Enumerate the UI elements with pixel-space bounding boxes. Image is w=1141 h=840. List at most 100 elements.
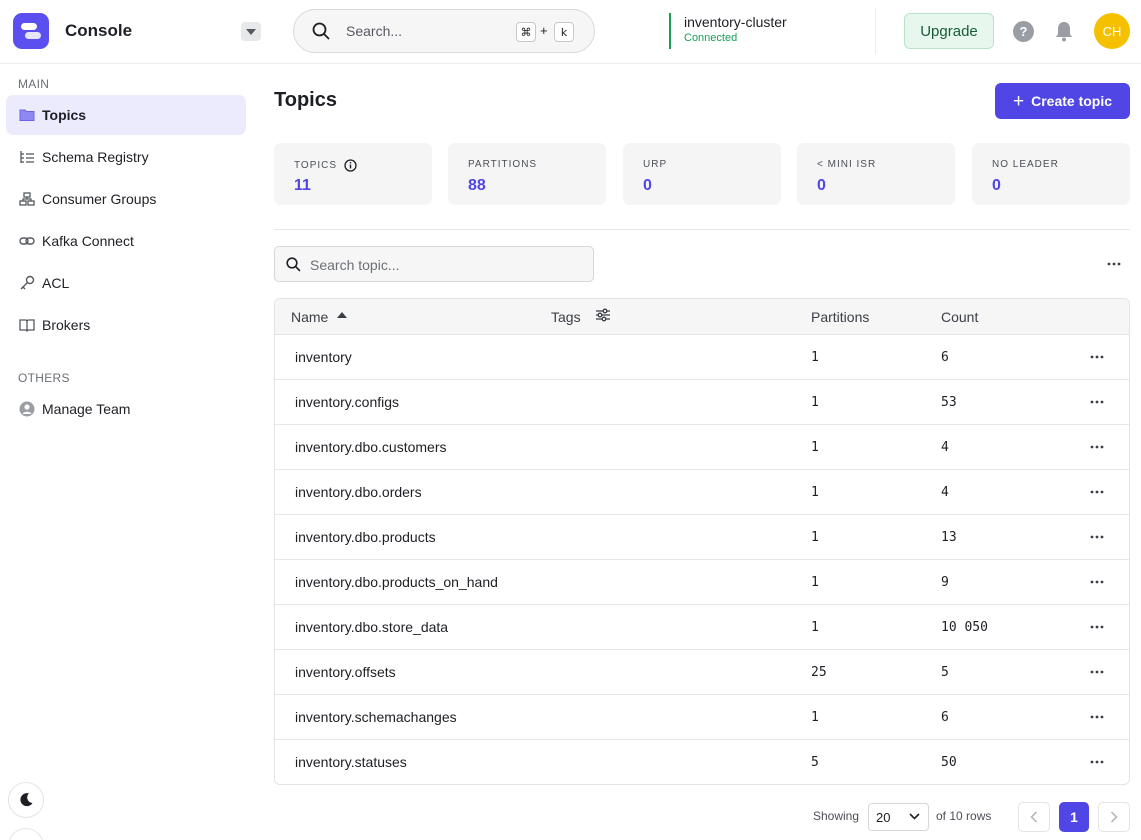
topic-name[interactable]: inventory.dbo.customers	[295, 439, 446, 455]
book-icon	[18, 316, 36, 334]
column-header-name[interactable]: Name	[291, 309, 348, 325]
row-actions-menu-icon[interactable]	[1087, 617, 1107, 637]
table-options-menu-icon[interactable]	[1103, 254, 1125, 274]
column-header-tags[interactable]: Tags	[551, 308, 611, 325]
table-row[interactable]: inventory.dbo.customers 1 4	[275, 425, 1129, 470]
global-search[interactable]: ⌘ + k	[293, 9, 595, 53]
topic-count: 4	[941, 440, 949, 455]
row-actions-menu-icon[interactable]	[1087, 347, 1107, 367]
topic-partitions: 1	[811, 530, 819, 545]
sidebar-item-label: Manage Team	[42, 401, 131, 417]
row-actions-menu-icon[interactable]	[1087, 662, 1107, 682]
user-circle-icon	[18, 400, 36, 418]
sidebar-item-acl[interactable]: ACL	[6, 263, 246, 303]
topic-partitions: 1	[811, 575, 819, 590]
topic-name[interactable]: inventory.offsets	[295, 664, 396, 680]
row-actions-menu-icon[interactable]	[1087, 482, 1107, 502]
topic-partitions: 1	[811, 395, 819, 410]
notification-bell-icon[interactable]	[1054, 20, 1074, 42]
stat-card-mini-isr: < MINI ISR 0	[797, 143, 955, 205]
topic-name[interactable]: inventory.dbo.products_on_hand	[295, 574, 498, 590]
table-row[interactable]: inventory 1 6	[275, 335, 1129, 380]
theme-toggle-button[interactable]	[8, 782, 44, 818]
stat-label: < MINI ISR	[817, 159, 877, 170]
table-row[interactable]: inventory.dbo.products 1 13	[275, 515, 1129, 560]
table-row[interactable]: inventory.dbo.orders 1 4	[275, 470, 1129, 515]
column-header-partitions[interactable]: Partitions	[811, 309, 869, 325]
table-row[interactable]: inventory.dbo.store_data 1 10 050	[275, 605, 1129, 650]
app-switcher-dropdown[interactable]	[241, 22, 261, 41]
sort-ascending-icon	[337, 312, 348, 318]
column-header-count[interactable]: Count	[941, 309, 978, 325]
previous-page-button[interactable]	[1018, 802, 1050, 832]
table-row[interactable]: inventory.offsets 25 5	[275, 650, 1129, 695]
current-page-button[interactable]: 1	[1059, 802, 1089, 832]
sidebar-item-label: Kafka Connect	[42, 233, 134, 249]
row-actions-menu-icon[interactable]	[1087, 437, 1107, 457]
table-row[interactable]: inventory.statuses 5 50	[275, 740, 1129, 784]
shortcut-plus: +	[540, 23, 548, 38]
topic-search[interactable]	[274, 246, 594, 282]
sidebar-section-others: OTHERS	[18, 371, 70, 385]
column-header-label: Tags	[551, 309, 581, 325]
sidebar-collapse-button[interactable]	[8, 828, 44, 840]
topic-name[interactable]: inventory.statuses	[295, 754, 407, 770]
create-topic-label: Create topic	[1031, 93, 1113, 109]
user-avatar[interactable]: CH	[1094, 13, 1130, 49]
topic-name[interactable]: inventory.dbo.orders	[295, 484, 422, 500]
chevron-left-icon	[1030, 811, 1038, 823]
topic-name[interactable]: inventory.configs	[295, 394, 399, 410]
sidebar-item-label: Schema Registry	[42, 149, 149, 165]
topic-name[interactable]: inventory.dbo.store_data	[295, 619, 448, 635]
search-icon	[286, 257, 301, 272]
topic-name[interactable]: inventory.dbo.products	[295, 529, 436, 545]
sidebar-item-schema-registry[interactable]: Schema Registry	[6, 137, 246, 177]
topic-count: 9	[941, 575, 949, 590]
row-actions-menu-icon[interactable]	[1087, 527, 1107, 547]
topic-count: 50	[941, 755, 957, 770]
global-search-input[interactable]	[346, 21, 496, 41]
table-row[interactable]: inventory.schemachanges 1 6	[275, 695, 1129, 740]
table-header: Name Tags Partitions Count	[275, 299, 1129, 335]
cluster-selector[interactable]: inventory-cluster Connected	[669, 13, 787, 49]
app-logo-icon[interactable]	[13, 13, 49, 49]
stat-label: NO LEADER	[992, 159, 1059, 170]
upgrade-button[interactable]: Upgrade	[904, 13, 994, 49]
next-page-button[interactable]	[1098, 802, 1130, 832]
row-actions-menu-icon[interactable]	[1087, 707, 1107, 727]
sidebar-item-topics[interactable]: Topics	[6, 95, 246, 135]
page-size-select[interactable]: 20	[868, 803, 929, 831]
stat-value: 0	[643, 177, 652, 194]
stat-card-urp: URP 0	[623, 143, 781, 205]
sidebar-item-kafka-connect[interactable]: Kafka Connect	[6, 221, 246, 261]
filter-sliders-icon[interactable]	[595, 308, 611, 322]
topic-count: 6	[941, 710, 949, 725]
top-bar: Console ⌘ + k inventory-cluster Connecte…	[0, 0, 1141, 64]
topic-name[interactable]: inventory.schemachanges	[295, 709, 457, 725]
shortcut-cmd-key: ⌘	[516, 22, 536, 42]
sidebar-item-brokers[interactable]: Brokers	[6, 305, 246, 345]
stat-value: 0	[992, 177, 1001, 194]
help-icon[interactable]: ?	[1013, 21, 1034, 42]
stat-card-no-leader: NO LEADER 0	[972, 143, 1130, 205]
topic-count: 5	[941, 665, 949, 680]
create-topic-button[interactable]: + Create topic	[995, 83, 1130, 119]
sidebar-item-label: Topics	[42, 107, 87, 123]
topic-name[interactable]: inventory	[295, 349, 352, 365]
info-icon[interactable]	[344, 159, 357, 172]
plus-icon: +	[1012, 90, 1025, 112]
table-row[interactable]: inventory.dbo.products_on_hand 1 9	[275, 560, 1129, 605]
topic-count: 13	[941, 530, 957, 545]
topic-partitions: 1	[811, 620, 819, 635]
sidebar-item-manage-team[interactable]: Manage Team	[6, 389, 246, 429]
header-divider	[875, 8, 876, 54]
topic-search-input[interactable]	[310, 255, 580, 275]
row-actions-menu-icon[interactable]	[1087, 572, 1107, 592]
table-row[interactable]: inventory.configs 1 53	[275, 380, 1129, 425]
stat-label: TOPICS	[294, 160, 338, 171]
topic-count: 10 050	[941, 620, 988, 635]
sidebar-item-consumer-groups[interactable]: Consumer Groups	[6, 179, 246, 219]
row-actions-menu-icon[interactable]	[1087, 752, 1107, 772]
row-actions-menu-icon[interactable]	[1087, 392, 1107, 412]
pagination-showing-label: Showing	[813, 809, 860, 823]
